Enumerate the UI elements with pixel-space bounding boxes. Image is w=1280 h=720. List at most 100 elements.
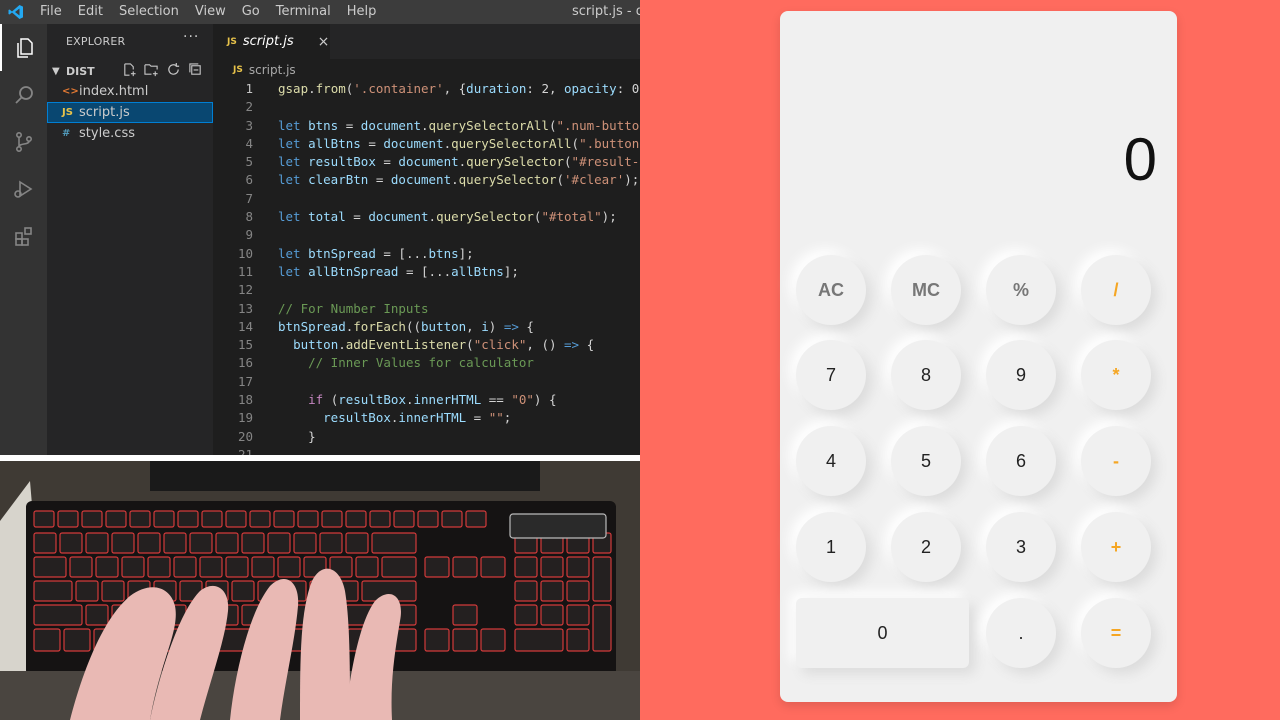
folder-actions xyxy=(122,62,203,77)
explorer-sidebar: EXPLORER ··· ▼ DIST <> index.html JS scr… xyxy=(47,24,213,455)
key-7[interactable]: 7 xyxy=(796,340,866,410)
file-name: script.js xyxy=(79,105,130,120)
key-0[interactable]: 0 xyxy=(796,598,969,668)
line-number: 10 xyxy=(237,245,253,261)
explorer-files-icon[interactable] xyxy=(0,24,47,71)
line-number: 1 xyxy=(245,81,253,96)
chevron-down-icon: ▼ xyxy=(52,65,60,77)
breadcrumb-file[interactable]: script.js xyxy=(249,63,296,77)
search-icon[interactable] xyxy=(0,71,47,118)
activity-bar xyxy=(0,24,47,455)
close-icon[interactable]: × xyxy=(318,34,330,50)
menu-go[interactable]: Go xyxy=(234,0,268,24)
code-line[interactable]: 9 xyxy=(213,226,640,244)
code-line[interactable]: 15 button.addEventListener("click", () =… xyxy=(213,336,640,354)
code-text: let clearBtn = document.querySelector('#… xyxy=(278,172,640,188)
key-multiply[interactable]: * xyxy=(1081,340,1151,410)
line-number: 21 xyxy=(237,446,253,455)
code-line[interactable]: 5 let resultBox = document.querySelector(… xyxy=(213,153,640,171)
code-line[interactable]: 13 // For Number Inputs xyxy=(213,300,640,318)
code-line[interactable]: 7 xyxy=(213,190,640,208)
key-percent[interactable]: % xyxy=(986,255,1056,325)
file-item-style-css[interactable]: # style.css xyxy=(47,123,213,144)
key-2[interactable]: 2 xyxy=(891,512,961,582)
js-file-icon: JS xyxy=(233,65,243,75)
html-file-icon: <> xyxy=(62,86,79,97)
code-line[interactable]: 14 btnSpread.forEach((button, i) => { xyxy=(213,318,640,336)
tab-bar: JS script.js × xyxy=(213,24,640,59)
code-text: let allBtns = document.querySelectorAll(… xyxy=(278,135,640,151)
code-line[interactable]: 20 } xyxy=(213,428,640,446)
code-line[interactable]: 12 xyxy=(213,281,640,299)
key-minus[interactable]: - xyxy=(1081,426,1151,496)
key-equals[interactable]: = xyxy=(1081,598,1151,668)
folder-name: DIST xyxy=(66,64,95,78)
menu-view[interactable]: View xyxy=(187,0,234,24)
line-number: 4 xyxy=(245,135,253,151)
menu-file[interactable]: File xyxy=(32,0,70,24)
key-divide[interactable]: / xyxy=(1081,255,1151,325)
line-number: 2 xyxy=(245,99,253,115)
code-line[interactable]: 8 let total = document.querySelector("#to… xyxy=(213,208,640,226)
code-text: } xyxy=(278,428,316,444)
key-5[interactable]: 5 xyxy=(891,426,961,496)
code-text: resultBox.innerHTML = ""; xyxy=(323,410,512,426)
key-mc[interactable]: MC xyxy=(891,255,961,325)
line-number: 14 xyxy=(237,318,253,334)
more-actions-icon[interactable]: ··· xyxy=(183,29,199,45)
line-number: 19 xyxy=(237,410,253,426)
new-folder-icon[interactable] xyxy=(144,62,159,77)
refresh-icon[interactable] xyxy=(166,62,181,77)
code-line[interactable]: 19 resultBox.innerHTML = ""; xyxy=(213,409,640,427)
line-number: 8 xyxy=(245,209,253,225)
new-file-icon[interactable] xyxy=(122,62,137,77)
key-decimal[interactable]: . xyxy=(986,598,1056,668)
menu-terminal[interactable]: Terminal xyxy=(268,0,339,24)
code-text: gsap.from('.container', {duration: 2, op… xyxy=(278,81,640,96)
code-line[interactable]: 18 if (resultBox.innerHTML == "0") { xyxy=(213,391,640,409)
code-line[interactable]: 1 gsap.from('.container', {duration: 2, o… xyxy=(213,80,640,98)
file-item-script-js[interactable]: JS script.js xyxy=(47,102,213,123)
code-line[interactable]: 21 xyxy=(213,446,640,455)
line-number: 6 xyxy=(245,172,253,188)
code-text: let resultBox = document.querySelector("… xyxy=(278,154,640,170)
code-line[interactable]: 10 let btnSpread = [...btns]; xyxy=(213,245,640,263)
extensions-icon[interactable] xyxy=(0,212,47,259)
window-title: script.js - dist xyxy=(572,4,640,19)
tab-script-js[interactable]: JS script.js × xyxy=(213,24,330,59)
code-line[interactable]: 11 let allBtnSpread = [...allBtns]; xyxy=(213,263,640,281)
code-line[interactable]: 4 let allBtns = document.querySelectorAll… xyxy=(213,135,640,153)
key-8[interactable]: 8 xyxy=(891,340,961,410)
code-text: btnSpread.forEach((button, i) => { xyxy=(278,318,534,334)
code-text: let total = document.querySelector("#tot… xyxy=(278,209,617,225)
code-editor[interactable]: 1 gsap.from('.container', {duration: 2, o… xyxy=(213,80,640,455)
key-9[interactable]: 9 xyxy=(986,340,1056,410)
keyboard-photo xyxy=(0,461,640,720)
key-6[interactable]: 6 xyxy=(986,426,1056,496)
tab-label: script.js xyxy=(242,34,294,49)
code-text: button.addEventListener("click", () => { xyxy=(293,337,595,353)
key-3[interactable]: 3 xyxy=(986,512,1056,582)
collapse-all-icon[interactable] xyxy=(188,62,203,77)
editor-area: JS script.js × JS script.js 1 gsap.from('… xyxy=(213,24,640,455)
css-file-icon: # xyxy=(62,128,71,139)
file-item-index-html[interactable]: <> index.html xyxy=(47,81,213,102)
line-number: 3 xyxy=(245,117,253,133)
key-1[interactable]: 1 xyxy=(796,512,866,582)
key-4[interactable]: 4 xyxy=(796,426,866,496)
line-number: 18 xyxy=(237,392,253,408)
run-debug-icon[interactable] xyxy=(0,165,47,212)
code-line[interactable]: 16 // Inner Values for calculator xyxy=(213,354,640,372)
code-line[interactable]: 6 let clearBtn = document.querySelector('… xyxy=(213,171,640,189)
line-number: 5 xyxy=(245,154,253,170)
code-line[interactable]: 2 xyxy=(213,98,640,116)
menu-help[interactable]: Help xyxy=(339,0,385,24)
code-line[interactable]: 3 let btns = document.querySelectorAll(".… xyxy=(213,117,640,135)
breadcrumb: JS script.js xyxy=(213,59,296,81)
source-control-icon[interactable] xyxy=(0,118,47,165)
key-plus[interactable]: + xyxy=(1081,512,1151,582)
menu-edit[interactable]: Edit xyxy=(70,0,111,24)
code-line[interactable]: 17 xyxy=(213,373,640,391)
key-ac[interactable]: AC xyxy=(796,255,866,325)
menu-selection[interactable]: Selection xyxy=(111,0,187,24)
